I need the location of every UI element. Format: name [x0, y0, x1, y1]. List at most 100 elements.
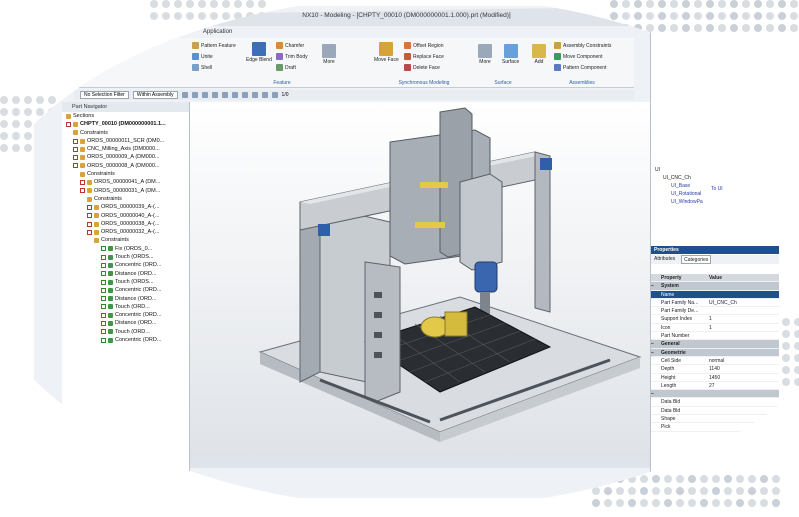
expand-icon[interactable]: −	[651, 349, 661, 357]
view-orient-icon[interactable]	[271, 92, 278, 98]
property-value[interactable]: 27	[709, 382, 769, 390]
visibility-checkbox[interactable]	[101, 246, 106, 252]
visibility-checkbox[interactable]	[87, 229, 92, 235]
tab-view[interactable]: View	[114, 26, 139, 38]
navigator-row[interactable]: Touch (ORD...	[62, 303, 189, 311]
expand-icon[interactable]	[651, 315, 661, 323]
navigator-row[interactable]: Concentric (ORD...	[62, 261, 189, 269]
property-row[interactable]: Data Bld	[651, 407, 779, 416]
navigator-row[interactable]: Touch (ORDS...	[62, 253, 189, 261]
navigator-row[interactable]: Distance (ORD...	[62, 319, 189, 327]
move-face-button[interactable]: Move Face	[374, 42, 399, 63]
ui-tree-row[interactable]: UI	[651, 166, 779, 174]
delete-face-button[interactable]: Delete Face	[404, 64, 440, 71]
visibility-checkbox[interactable]	[101, 287, 106, 293]
property-row[interactable]: Data Bld	[651, 398, 779, 407]
expand-icon[interactable]	[651, 365, 661, 373]
navigator-row[interactable]: ORDS_00000040_A-(...	[62, 212, 189, 220]
visibility-checkbox[interactable]	[73, 155, 78, 161]
visibility-checkbox[interactable]	[87, 221, 92, 227]
expand-icon[interactable]	[651, 332, 661, 340]
property-row[interactable]: Name	[651, 290, 779, 299]
navigator-row[interactable]: Constraints	[62, 195, 189, 203]
visibility-checkbox[interactable]	[101, 262, 106, 268]
offset-region-button[interactable]: Offset Region	[404, 42, 443, 49]
property-value[interactable]	[709, 390, 769, 398]
graphics-viewport[interactable]	[190, 102, 650, 458]
tab-tools[interactable]: Tools	[155, 26, 181, 38]
navigator-row[interactable]: Distance (ORD...	[62, 295, 189, 303]
property-row[interactable]: Depth 1140	[651, 365, 779, 374]
navigator-row[interactable]: Constraints	[62, 170, 189, 178]
expand-icon[interactable]	[651, 291, 661, 299]
property-value[interactable]	[709, 282, 769, 290]
navigator-row[interactable]: ORDS_00000031_A (DM...	[62, 187, 189, 195]
property-row[interactable]: Part Number	[651, 332, 779, 341]
property-row[interactable]: Icon 1	[651, 324, 779, 333]
expand-icon[interactable]	[651, 423, 661, 431]
ui-tree-row[interactable]: UI_WindowPa	[651, 198, 779, 206]
navigator-row[interactable]: CNC_Milling_Axis (DM0000...	[62, 145, 189, 153]
navigator-row[interactable]: ORDS_0000009_A (DM000...	[62, 153, 189, 161]
visibility-checkbox[interactable]	[73, 146, 78, 152]
visibility-checkbox[interactable]	[73, 138, 78, 144]
property-section[interactable]: −	[651, 390, 779, 399]
navigator-row[interactable]: Concentric (ORD...	[62, 286, 189, 294]
shell-button[interactable]: Shell	[192, 64, 212, 71]
visibility-checkbox[interactable]	[101, 254, 106, 260]
property-value[interactable]	[709, 423, 769, 431]
assembly-constraints-button[interactable]: Assembly Constraints	[554, 42, 611, 49]
pattern-feature-button[interactable]: Pattern Feature	[192, 42, 236, 49]
property-value[interactable]: 1450	[709, 374, 769, 382]
navigator-row[interactable]: Concentric (ORD...	[62, 336, 189, 344]
navigator-row[interactable]: Fix (ORDS_0...	[62, 245, 189, 253]
section-icon[interactable]	[261, 92, 268, 98]
property-row[interactable]: Length 27	[651, 382, 779, 391]
expand-icon[interactable]	[651, 382, 661, 390]
navigator-row[interactable]: Concentric (ORD...	[62, 311, 189, 319]
property-value[interactable]	[709, 291, 769, 299]
visibility-checkbox[interactable]	[101, 296, 106, 302]
visibility-checkbox[interactable]	[101, 337, 106, 343]
pattern-component-button[interactable]: Pattern Component	[554, 64, 606, 71]
visibility-checkbox[interactable]	[66, 121, 71, 127]
pan-icon[interactable]	[231, 92, 238, 98]
property-row[interactable]: Part Family De...	[651, 307, 779, 316]
property-row[interactable]: Shape	[651, 415, 779, 424]
surface-button[interactable]: Surface	[502, 44, 519, 65]
navigator-row[interactable]: Sections	[62, 112, 189, 120]
more-feature-button[interactable]: More	[322, 44, 336, 65]
visibility-checkbox[interactable]	[101, 321, 106, 327]
navigator-row[interactable]: Touch (ORDS...	[62, 278, 189, 286]
more-surface-button[interactable]: More	[478, 44, 492, 65]
property-row[interactable]: Part Family Na... UI_CNC_Ch	[651, 299, 779, 308]
expand-icon[interactable]	[651, 307, 661, 315]
move-component-button[interactable]: Move Component	[554, 53, 602, 60]
replace-face-button[interactable]: Replace Face	[404, 53, 444, 60]
navigator-row[interactable]: ORDS_00000032_A-(...	[62, 228, 189, 236]
chamfer-button[interactable]: Chamfer	[276, 42, 304, 49]
tab-application[interactable]: Application	[197, 26, 238, 38]
zoom-icon[interactable]	[211, 92, 218, 98]
navigator-row[interactable]: Constraints	[62, 129, 189, 137]
navigator-row[interactable]: ORDS_0000008_A (DM000...	[62, 162, 189, 170]
draft-button[interactable]: Draft	[276, 64, 296, 71]
ui-tree-row[interactable]: UI_CNC_Ch	[651, 174, 779, 182]
property-value[interactable]	[709, 340, 769, 348]
expand-icon[interactable]	[651, 324, 661, 332]
trim-body-button[interactable]: Trim Body	[276, 53, 308, 60]
property-section[interactable]: − General	[651, 340, 779, 349]
navigator-row[interactable]: ORDS_00000038_A-(...	[62, 220, 189, 228]
property-section[interactable]: − System	[651, 282, 779, 291]
property-value[interactable]	[709, 415, 769, 423]
navigator-row[interactable]: ORDS_00000039_A-(...	[62, 203, 189, 211]
visibility-checkbox[interactable]	[101, 279, 106, 285]
expand-icon[interactable]: −	[651, 390, 661, 398]
property-value[interactable]	[709, 349, 769, 357]
visibility-checkbox[interactable]	[101, 312, 106, 318]
unite-button[interactable]: Unite	[192, 53, 213, 60]
navigator-row[interactable]: Constraints	[62, 236, 189, 244]
property-row[interactable]: Support Index 1	[651, 315, 779, 324]
visibility-checkbox[interactable]	[101, 304, 106, 310]
snap-icon[interactable]	[181, 92, 188, 98]
